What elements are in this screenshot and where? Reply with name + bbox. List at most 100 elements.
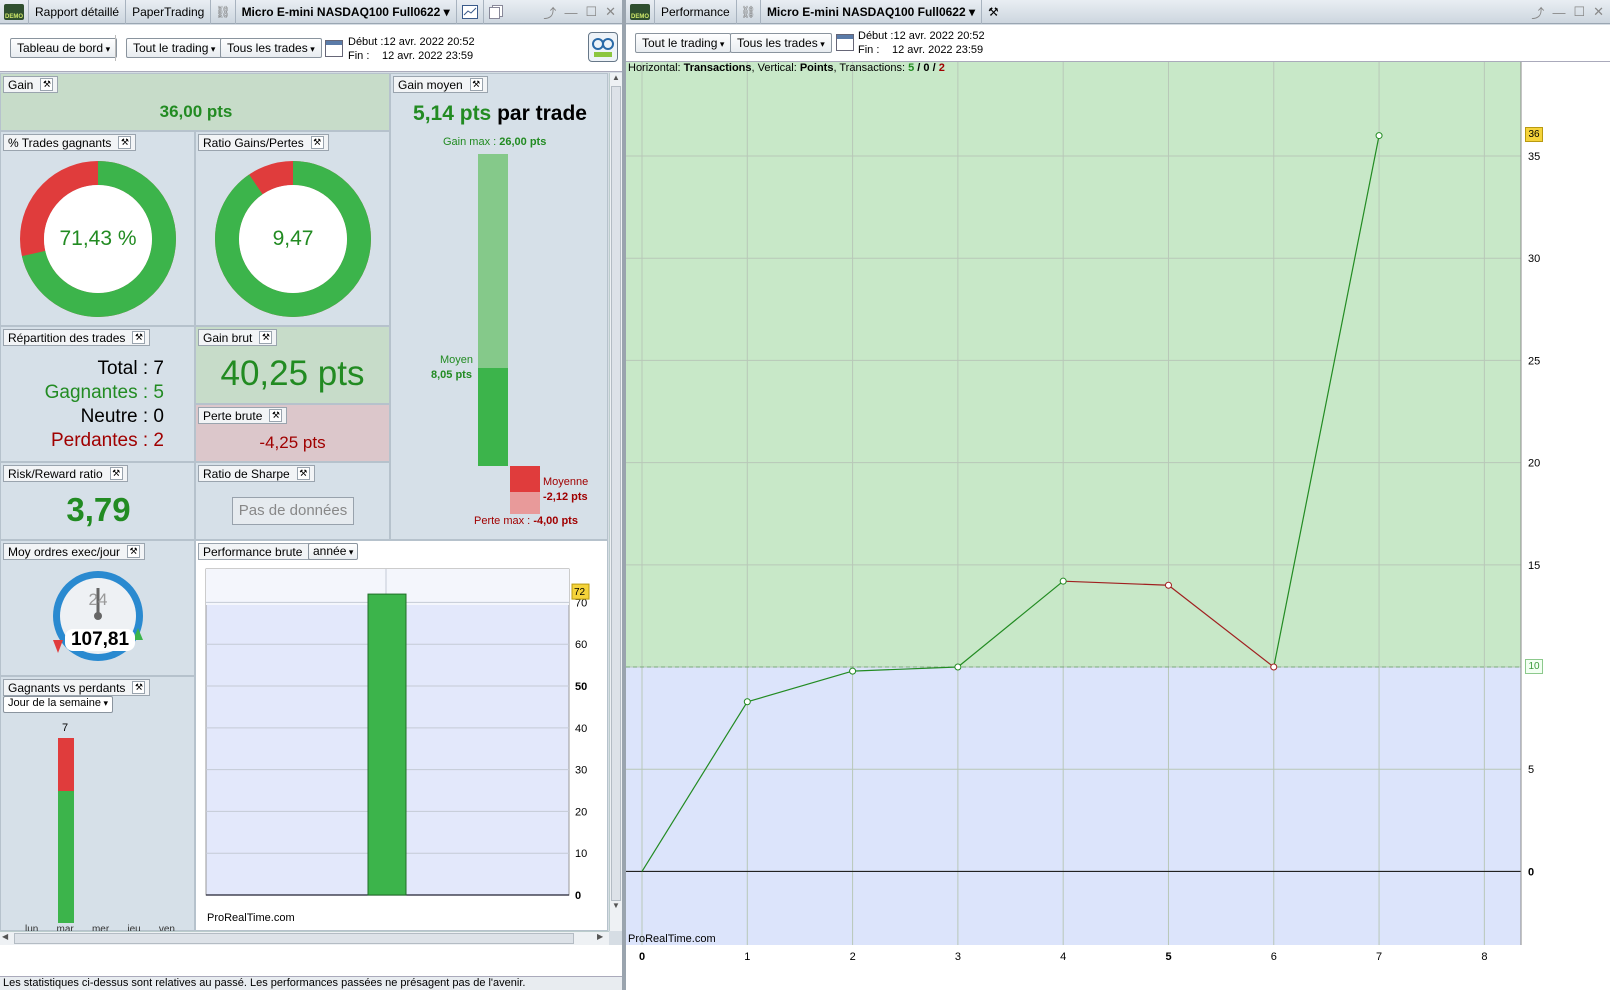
- equity-point: [743, 698, 751, 706]
- y-tick-label: 35: [1528, 151, 1540, 163]
- left-bottom-filler: [0, 945, 622, 976]
- total-trades: Total : 7: [97, 358, 164, 379]
- end-label: Fin :: [348, 50, 370, 62]
- calendar-icon[interactable]: [325, 40, 343, 57]
- y-tick-label: 30: [1528, 253, 1540, 265]
- share-icon-right[interactable]: ⤴: [1531, 3, 1544, 22]
- avg-gain-headline: 5,14 pts par trade: [391, 102, 609, 126]
- instrument-selector-right[interactable]: Micro E-mini NASDAQ100 Full0622 ▾: [761, 0, 983, 24]
- orders-value: 107,81: [65, 629, 135, 651]
- ratio-label-text: Ratio Gains/Pertes: [203, 135, 304, 150]
- tab-detailed-report[interactable]: Rapport détaillé: [29, 0, 127, 24]
- period-dropdown[interactable]: année: [308, 543, 359, 560]
- wrench-icon[interactable]: ⚒: [469, 78, 483, 91]
- maximize-icon[interactable]: ☐: [585, 4, 597, 20]
- x-tick-label: 3: [955, 951, 961, 963]
- wrench-icon[interactable]: ⚒: [269, 409, 283, 422]
- winning-trades: Gagnantes : 5: [44, 382, 164, 403]
- tab-paper-trading[interactable]: PaperTrading: [126, 0, 212, 24]
- scroll-thumb[interactable]: [611, 86, 621, 901]
- right-watermark: ProRealTime.com: [628, 933, 716, 945]
- trading-dropdown-right[interactable]: Tout le trading: [635, 33, 732, 53]
- copy-icon[interactable]: [484, 0, 508, 24]
- scroll-right-arrow[interactable]: ▶: [597, 932, 603, 941]
- loss-mean-bar: [510, 466, 540, 492]
- wrench-icon[interactable]: ⚒: [259, 331, 273, 344]
- wrench-icon[interactable]: ⚒: [40, 78, 54, 91]
- scroll-down-arrow[interactable]: ▼: [610, 901, 622, 914]
- perf-bar: [367, 593, 407, 896]
- wrench-icon[interactable]: ⚒: [296, 467, 310, 480]
- perf-value-badge-text: 72: [574, 587, 586, 598]
- gain-mean-bar: [478, 368, 508, 466]
- win-pct-value: 71,43 %: [59, 227, 137, 250]
- day-dropdown[interactable]: Jour de la semaine: [3, 696, 113, 713]
- minimize-icon[interactable]: —: [564, 5, 577, 20]
- start-date-right: 12 avr. 2022 20:52: [893, 30, 985, 42]
- loss-mean-value: -2,12 pts: [543, 491, 588, 503]
- x-tick-label: 2: [850, 951, 856, 963]
- gain-value: 36,00 pts: [159, 102, 233, 121]
- equity-point: [1270, 663, 1278, 671]
- scroll-left-arrow[interactable]: ◀: [2, 932, 8, 941]
- winners-losers-label: Gagnants vs perdants ⚒: [3, 679, 151, 696]
- vertical-scrollbar[interactable]: ▲ ▼: [609, 73, 622, 931]
- wrench-icon[interactable]: ⚒: [109, 467, 123, 480]
- x-tick-label: 8: [1481, 951, 1487, 963]
- mean-value: 8,05 pts: [431, 369, 472, 381]
- scroll-up-arrow[interactable]: ▲: [610, 73, 622, 86]
- gross-loss-panel: Perte brute ⚒ -4,25 pts: [195, 404, 390, 462]
- demo-logo: DEMO: [0, 0, 29, 24]
- gain-panel: Gain ⚒ 36,00 pts: [0, 73, 390, 131]
- base-zone: [626, 667, 1521, 945]
- winners-losers-count: 7: [61, 722, 69, 734]
- winners-bar: [58, 790, 74, 923]
- x-tick-label: 1: [744, 951, 750, 963]
- trades-dropdown-right[interactable]: Tous les trades: [730, 33, 832, 53]
- gross-perf-label-text: Performance brute: [203, 544, 303, 559]
- calendar-icon-right[interactable]: [836, 34, 854, 51]
- x-tick-label: 7: [1376, 951, 1382, 963]
- gross-loss-label: Perte brute ⚒: [198, 407, 288, 424]
- chart-icon[interactable]: [457, 0, 484, 24]
- start-label: Début :: [348, 36, 384, 48]
- trades-dropdown[interactable]: Tous les trades: [220, 38, 322, 58]
- close-icon-right[interactable]: ✕: [1593, 4, 1604, 20]
- avg-gain-label: Gain moyen ⚒: [393, 76, 488, 93]
- gain-max: Gain max : 26,00 pts: [443, 136, 546, 148]
- link-icon-right[interactable]: ⛓: [737, 0, 761, 24]
- minimize-icon-right[interactable]: —: [1552, 5, 1565, 20]
- date-range-right: Début :12 avr. 2022 20:52 Fin : 12 avr. 2…: [858, 29, 985, 57]
- wrench-icon[interactable]: ⚒: [310, 136, 324, 149]
- share-icon[interactable]: ⤴: [543, 3, 556, 22]
- gross-gain-value: 40,25 pts: [220, 354, 365, 393]
- tab-performance[interactable]: Performance: [655, 0, 737, 24]
- wrench-icon[interactable]: ⚒: [132, 331, 146, 344]
- win-pct-panel: % Trades gagnants ⚒ 71,43 %: [0, 131, 195, 326]
- loss-max-value: -4,00 pts: [533, 515, 578, 527]
- x-tick-label: 0: [639, 951, 645, 963]
- distribution-list: Total : 7 Gagnantes : 5 Neutre : 0 Perda…: [1, 357, 164, 453]
- instrument-selector[interactable]: Micro E-mini NASDAQ100 Full0622 ▾: [236, 0, 457, 24]
- losers-bar: [58, 738, 74, 791]
- sharpe-label-text: Ratio de Sharpe: [203, 466, 290, 481]
- wrench-icon[interactable]: ⚒: [127, 545, 141, 558]
- gross-perf-watermark: ProRealTime.com: [207, 912, 295, 924]
- performance-line-chart: 01234567805101520253035: [626, 62, 1540, 963]
- gross-gain-label-text: Gain brut: [203, 330, 253, 345]
- settings-icon[interactable]: [588, 32, 618, 62]
- start-label-right: Début :: [858, 30, 894, 42]
- horizontal-scrollbar[interactable]: ◀ ▶: [0, 931, 609, 945]
- maximize-icon-right[interactable]: ☐: [1573, 4, 1585, 20]
- transactions-sep-2: /: [932, 62, 936, 74]
- close-icon[interactable]: ✕: [605, 4, 616, 20]
- transactions-losses: 2: [938, 62, 945, 74]
- dashboard-dropdown[interactable]: Tableau de bord: [10, 38, 118, 58]
- avg-gain-label-text: Gain moyen: [398, 77, 463, 92]
- link-icon[interactable]: ⛓: [211, 0, 236, 24]
- trading-dropdown[interactable]: Tout le trading: [126, 38, 223, 58]
- wrench-icon[interactable]: ⚒: [118, 136, 132, 149]
- hscroll-thumb[interactable]: [14, 933, 574, 944]
- wrench-icon[interactable]: ⚒: [132, 681, 146, 694]
- wrench-icon[interactable]: ⚒: [982, 0, 1005, 24]
